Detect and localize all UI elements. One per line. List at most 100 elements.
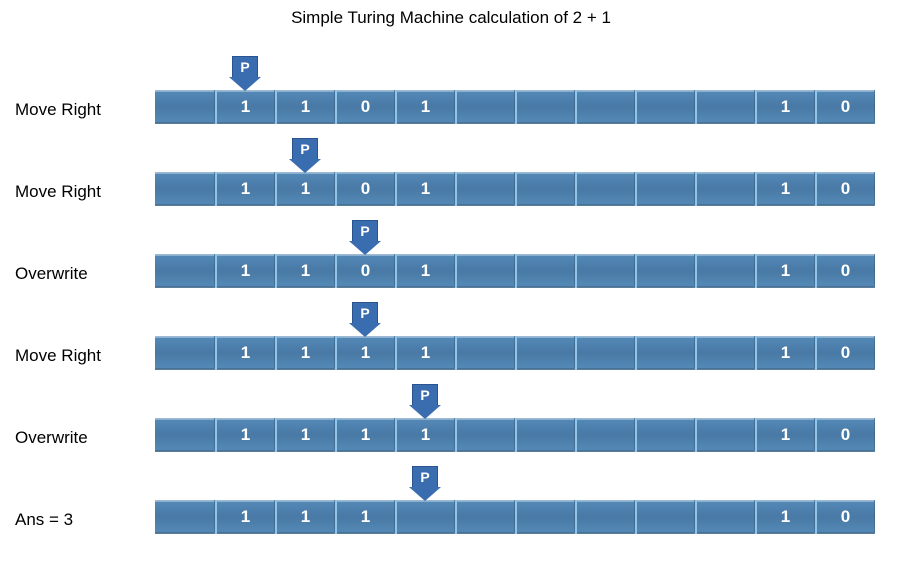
- tape-cell: [155, 90, 215, 124]
- tape-cell: [155, 418, 215, 452]
- row-label: Move Right: [15, 320, 155, 366]
- tape-cell: [575, 172, 635, 206]
- tape-cell: 1: [275, 254, 335, 288]
- row-label: Move Right: [15, 74, 155, 120]
- tape-cell: 1: [755, 336, 815, 370]
- tape-cell: 1: [215, 336, 275, 370]
- tape-cell: 1: [335, 418, 395, 452]
- tape-cell: 0: [815, 418, 875, 452]
- tape-cell: [575, 336, 635, 370]
- tape-cell: 1: [755, 254, 815, 288]
- tape-cell: [635, 254, 695, 288]
- pointer-label: P: [232, 56, 258, 78]
- tape-cell: [575, 500, 635, 534]
- tape-cell: [575, 418, 635, 452]
- tape-cell: [575, 90, 635, 124]
- turing-row: Move Right110110 P: [0, 56, 902, 138]
- rows-container: Move Right110110PMove Right110110POverwr…: [0, 56, 902, 548]
- row-label: Ans = 3: [15, 484, 155, 530]
- tape-cell: [155, 172, 215, 206]
- tape: 110110: [155, 254, 875, 288]
- tape: 111110: [155, 418, 875, 452]
- tape-cell: [515, 254, 575, 288]
- pointer: P: [275, 138, 335, 173]
- tape-cell: [695, 172, 755, 206]
- tape-cell: 1: [215, 418, 275, 452]
- tape-cell: [695, 336, 755, 370]
- tape-cell: 1: [755, 172, 815, 206]
- arrow-down-icon: [289, 159, 321, 173]
- arrow-down-icon: [409, 487, 441, 501]
- tape-cell: 1: [395, 336, 455, 370]
- tape-cell: [515, 172, 575, 206]
- tape: 110110: [155, 90, 875, 124]
- pointer-label: P: [352, 220, 378, 242]
- tape-cell: 1: [755, 90, 815, 124]
- tape-cell: [635, 418, 695, 452]
- row-label: Overwrite: [15, 402, 155, 448]
- tape-cell: 1: [335, 336, 395, 370]
- pointer: P: [335, 220, 395, 255]
- tape-cell: 1: [335, 500, 395, 534]
- turing-row: Move Right111110P: [0, 302, 902, 384]
- tape-cell: 1: [395, 418, 455, 452]
- tape-cell: 1: [215, 254, 275, 288]
- pointer-label: P: [412, 466, 438, 488]
- tape-cell: [635, 172, 695, 206]
- tape-cell: 0: [815, 500, 875, 534]
- tape-cell: 1: [395, 172, 455, 206]
- diagram-title: Simple Turing Machine calculation of 2 +…: [0, 8, 902, 28]
- tape-cell: [155, 336, 215, 370]
- tape-cell: 1: [275, 500, 335, 534]
- tape-cell: 1: [275, 336, 335, 370]
- tape-cell: 1: [755, 500, 815, 534]
- tape-cell: [695, 500, 755, 534]
- turing-row: Overwrite110110P: [0, 220, 902, 302]
- tape-cell: 1: [275, 418, 335, 452]
- tape-cell: [155, 500, 215, 534]
- pointer: P: [395, 466, 455, 501]
- tape-cell: [515, 418, 575, 452]
- arrow-down-icon: [409, 405, 441, 419]
- tape: 110110: [155, 172, 875, 206]
- tape-cell: [455, 172, 515, 206]
- pointer: P: [395, 384, 455, 419]
- tape-cell: 0: [815, 172, 875, 206]
- tape-cell: 0: [335, 254, 395, 288]
- tape-cell: 1: [275, 90, 335, 124]
- tape-cell: 1: [275, 172, 335, 206]
- tape: 111110: [155, 336, 875, 370]
- tape-cell: [455, 418, 515, 452]
- tape-cell: [695, 418, 755, 452]
- tape-cell: [635, 336, 695, 370]
- tape-cell: [515, 90, 575, 124]
- turing-row: Ans = 311110P: [0, 466, 902, 548]
- arrow-down-icon: [349, 241, 381, 255]
- tape-cell: [515, 500, 575, 534]
- tape-cell: [455, 90, 515, 124]
- tape-cell: 0: [815, 254, 875, 288]
- tape-cell: [635, 500, 695, 534]
- tape-cell: [695, 254, 755, 288]
- row-label: Overwrite: [15, 238, 155, 284]
- tape-cell: [455, 254, 515, 288]
- tape-cell: [635, 90, 695, 124]
- tape: 11110: [155, 500, 875, 534]
- tape-cell: 1: [215, 500, 275, 534]
- tape-cell: 1: [215, 90, 275, 124]
- tape-cell: [695, 90, 755, 124]
- tape-cell: 1: [395, 254, 455, 288]
- pointer: P: [335, 302, 395, 337]
- pointer-label: P: [412, 384, 438, 406]
- tape-cell: [455, 500, 515, 534]
- tape-cell: [155, 254, 215, 288]
- row-label: Move Right: [15, 156, 155, 202]
- turing-row: Move Right110110P: [0, 138, 902, 220]
- tape-cell: [515, 336, 575, 370]
- tape-cell: 0: [335, 172, 395, 206]
- arrow-down-icon: [349, 323, 381, 337]
- arrow-down-icon: [229, 77, 261, 91]
- tape-cell: 1: [395, 90, 455, 124]
- tape-cell: 1: [755, 418, 815, 452]
- tape-cell: [395, 500, 455, 534]
